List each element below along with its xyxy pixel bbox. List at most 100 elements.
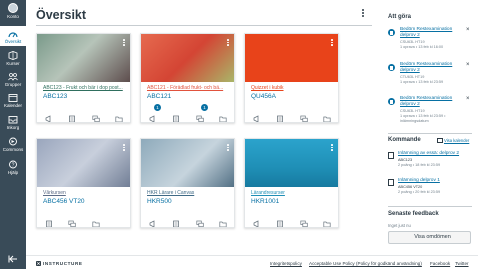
acceptable-use-link[interactable]: Acceptable Use Policy (Policy för godkän… xyxy=(309,261,422,266)
account-avatar xyxy=(8,3,18,13)
todo-item: Bedöm Restexamination delprov 2 CTU63L H… xyxy=(388,62,472,92)
discussions-icon[interactable] xyxy=(300,110,308,122)
nav-account-label: Konto xyxy=(7,14,19,19)
assignments-icon[interactable] xyxy=(276,110,284,122)
view-grades-button[interactable]: Visa omdömen xyxy=(388,231,471,244)
discussions-icon[interactable] xyxy=(196,215,204,227)
upcoming-title-link[interactable]: Inlämning av essä: delprov 2 xyxy=(398,151,470,157)
files-icon[interactable] xyxy=(92,215,100,227)
card-options-icon[interactable] xyxy=(226,143,230,152)
course-card-code: ABC456 VT20 xyxy=(43,198,85,205)
course-card-code: HKR1001 xyxy=(251,198,280,205)
todo-title-link[interactable]: Bedöm Restexamination delprov 2 xyxy=(400,62,464,74)
files-icon[interactable] xyxy=(219,215,227,227)
course-card-actions: 1 1 xyxy=(141,104,234,122)
card-options-icon[interactable] xyxy=(330,38,334,47)
discussions-icon[interactable] xyxy=(68,215,76,227)
files-icon[interactable] xyxy=(323,215,331,227)
assignments-icon[interactable] xyxy=(45,215,53,227)
nav-commons-label: Commons xyxy=(2,147,24,152)
course-card-name[interactable]: Lärandresurser xyxy=(251,190,337,196)
card-options-icon[interactable] xyxy=(122,143,126,152)
todo-item: Bedöm Restexamination delprov 2 CSU63L H… xyxy=(388,96,472,128)
announcements-icon[interactable] xyxy=(149,215,157,227)
dismiss-icon[interactable]: × xyxy=(466,62,470,68)
announcements-icon[interactable] xyxy=(45,110,53,122)
announcements-icon[interactable]: 1 xyxy=(149,104,161,122)
files-icon[interactable] xyxy=(115,110,123,122)
course-card-image[interactable] xyxy=(37,139,130,187)
todo-title-link[interactable]: Bedöm Restexamination delprov 2 xyxy=(400,27,464,39)
discussions-icon[interactable] xyxy=(92,110,100,122)
files-icon[interactable] xyxy=(219,110,227,122)
course-card-image[interactable] xyxy=(37,34,130,82)
upcoming-item: Inlämning av essä: delprov 2 ABC123 2 po… xyxy=(388,151,472,175)
assignment-icon xyxy=(388,64,395,71)
assignments-icon[interactable] xyxy=(68,110,76,122)
sidebar-divider xyxy=(388,206,472,207)
dismiss-icon[interactable]: × xyxy=(466,96,470,102)
dashboard-options-icon[interactable] xyxy=(360,8,366,18)
assignments-icon[interactable] xyxy=(172,110,180,122)
upcoming-heading: Kommande xyxy=(388,137,421,143)
discussions-icon[interactable] xyxy=(300,215,308,227)
course-card-code: QU456A xyxy=(251,93,276,100)
unread-badge: 1 xyxy=(201,104,208,111)
page-title: Översikt xyxy=(36,8,87,22)
nav-inbox[interactable]: Inkorg xyxy=(0,115,26,133)
twitter-link[interactable]: Twitter xyxy=(455,261,469,266)
course-card-name[interactable]: HKR Lärare i Canvas xyxy=(147,190,233,196)
instructure-logo[interactable]: INSTRUCTURE xyxy=(36,261,83,266)
nav-commons[interactable]: Commons xyxy=(0,137,26,155)
title-divider xyxy=(36,25,372,26)
nav-courses[interactable]: Kurser xyxy=(0,51,26,69)
assignments-icon[interactable] xyxy=(276,215,284,227)
files-icon[interactable] xyxy=(323,110,331,122)
todo-heading: Att göra xyxy=(388,14,411,20)
dashboard-icon xyxy=(8,32,18,38)
todo-title-link[interactable]: Bedöm Restexamination delprov 2 xyxy=(400,96,464,108)
course-card-name[interactable]: ABC121 - Förädlad frukt- och bä... xyxy=(147,85,233,91)
course-card-image[interactable] xyxy=(141,139,234,187)
view-calendar-link[interactable]: Visa kalender xyxy=(444,138,469,143)
course-card[interactable]: Quizzet i kubik QU456A xyxy=(244,33,339,123)
card-options-icon[interactable] xyxy=(122,38,126,47)
privacy-policy-link[interactable]: Integritetspolicy xyxy=(270,261,302,266)
course-card-image[interactable] xyxy=(245,34,338,82)
course-card[interactable]: ABC123 - Frukt och bär i dop post... ABC… xyxy=(36,33,131,123)
collapse-nav-icon[interactable] xyxy=(8,255,18,263)
nav-calendar[interactable]: Kalender xyxy=(0,93,26,111)
dismiss-icon[interactable]: × xyxy=(466,27,470,33)
assignment-icon xyxy=(388,179,394,186)
course-card-name[interactable]: ABC123 - Frukt och bär i dop post... xyxy=(43,85,129,91)
card-options-icon[interactable] xyxy=(226,38,230,47)
courses-icon xyxy=(8,51,18,60)
announcements-icon[interactable] xyxy=(253,215,261,227)
nav-groups[interactable]: Grupper xyxy=(0,72,26,90)
course-card-name[interactable]: Quizzet i kubik xyxy=(251,85,337,91)
upcoming-title-link[interactable]: Inlämning delprov 1 xyxy=(398,178,470,184)
nav-calendar-label: Kalender xyxy=(3,103,22,108)
discussions-icon[interactable]: 1 xyxy=(196,104,208,122)
course-card-image[interactable] xyxy=(245,139,338,187)
nav-dashboard[interactable]: Översikt xyxy=(0,26,26,46)
facebook-link[interactable]: Facebook xyxy=(430,261,450,266)
course-card[interactable]: HKR Lärare i Canvas HKR500 xyxy=(140,138,235,228)
course-card[interactable]: Lärandresurser HKR1001 xyxy=(244,138,339,228)
inbox-icon xyxy=(8,116,18,124)
upcoming-meta: 2 poäng • 18 feb kl 23:59 xyxy=(398,163,441,167)
course-card[interactable]: ABC121 - Förädlad frukt- och bä... ABC12… xyxy=(140,33,235,123)
calendar-icon xyxy=(437,138,443,143)
calendar-icon xyxy=(8,94,18,102)
nav-help[interactable]: ? Hjälp xyxy=(0,160,26,178)
todo-meta: 1 oprava • 13 feb kl 23:59 • inlämningsd… xyxy=(400,114,446,123)
assignment-icon xyxy=(388,152,394,159)
nav-account[interactable]: Konto xyxy=(0,3,26,23)
nav-groups-label: Grupper xyxy=(4,82,22,87)
course-card[interactable]: Vårkursen ABC456 VT20 xyxy=(36,138,131,228)
announcements-icon[interactable] xyxy=(253,110,261,122)
assignments-icon[interactable] xyxy=(172,215,180,227)
course-card-image[interactable] xyxy=(141,34,234,82)
card-options-icon[interactable] xyxy=(330,143,334,152)
course-card-name[interactable]: Vårkursen xyxy=(43,190,129,196)
